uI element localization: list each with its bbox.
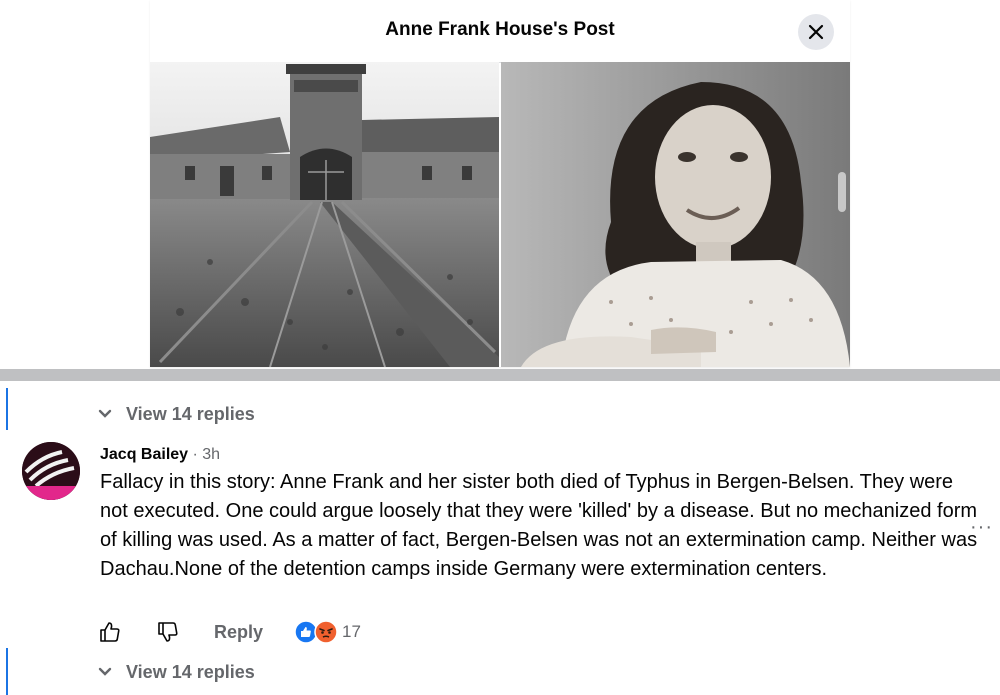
like-button[interactable] xyxy=(98,620,122,644)
modal-scrollbar-thumb[interactable] xyxy=(838,172,846,212)
avatar[interactable] xyxy=(22,442,80,500)
thread-line xyxy=(6,388,8,430)
view-replies-link[interactable]: View 14 replies xyxy=(98,402,255,426)
comment-body: Fallacy in this story: Anne Frank and he… xyxy=(100,471,978,580)
close-icon xyxy=(808,24,824,40)
thumbs-up-icon xyxy=(100,622,120,642)
more-options-button[interactable]: ··· xyxy=(970,516,993,539)
view-replies-label: View 14 replies xyxy=(126,661,255,682)
dislike-button[interactable] xyxy=(156,620,180,644)
reaction-summary[interactable]: 17 xyxy=(294,620,361,644)
thumbs-down-icon xyxy=(158,622,178,642)
camp-gate-railway-photo[interactable] xyxy=(150,62,499,368)
view-replies-link[interactable]: View 14 replies xyxy=(98,660,255,684)
view-replies-label: View 14 replies xyxy=(126,403,255,424)
close-button[interactable] xyxy=(798,14,834,50)
reaction-count: 17 xyxy=(342,622,361,641)
comment-author[interactable]: Jacq Bailey xyxy=(100,446,188,463)
modal-title: Anne Frank House's Post xyxy=(385,19,615,40)
reply-button[interactable]: Reply xyxy=(214,622,263,643)
post-modal: Anne Frank House's Post xyxy=(150,0,850,368)
angry-reaction-icon xyxy=(314,620,338,644)
cropped-action-row xyxy=(0,381,1000,387)
comment-separator: · xyxy=(188,446,203,463)
anne-frank-portrait-photo[interactable] xyxy=(501,62,850,367)
chevron-down-icon xyxy=(98,409,112,418)
comment-header: Jacq Bailey · 3h xyxy=(100,446,220,464)
post-photos xyxy=(150,62,850,368)
chevron-down-icon xyxy=(98,667,112,676)
thread-line xyxy=(6,648,8,695)
comment-timestamp[interactable]: 3h xyxy=(202,446,220,463)
modal-header: Anne Frank House's Post xyxy=(150,0,850,63)
screenshot-divider xyxy=(0,369,1000,381)
